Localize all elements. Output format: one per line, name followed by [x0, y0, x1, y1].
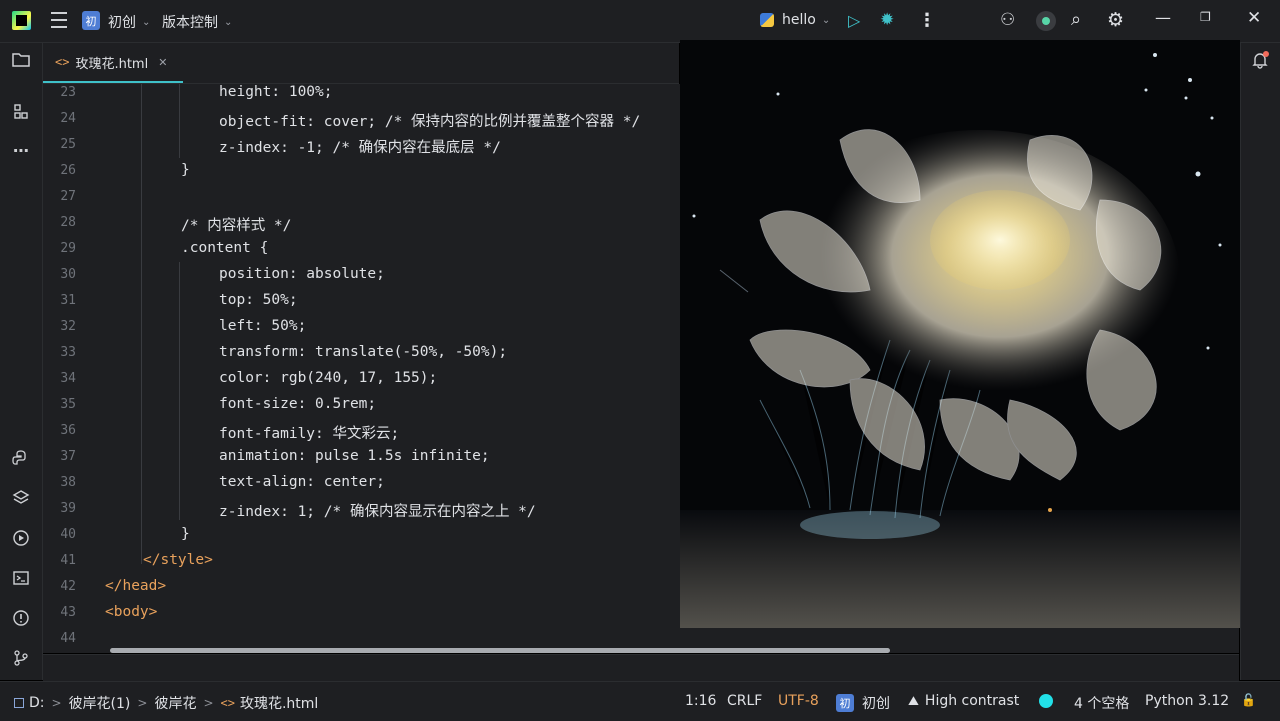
code-line: z-index: -1; /* 确保内容在最底层 */ — [219, 140, 501, 156]
notification-dot — [1263, 51, 1269, 57]
services-icon[interactable] — [11, 529, 31, 549]
search-icon[interactable]: ⌕ — [1071, 9, 1081, 30]
breadcrumb-folder[interactable]: 彼岸花 — [154, 693, 196, 713]
minimize-icon[interactable]: — — [1155, 8, 1171, 27]
tab-rose-html[interactable]: <> 玫瑰花.html ✕ — [43, 43, 183, 83]
code-line: object-fit: cover; /* 保持内容的比例并覆盖整个容器 */ — [219, 114, 641, 130]
main-menu-icon[interactable] — [50, 12, 68, 28]
code-line: animation: pulse 1.5s infinite; — [219, 448, 490, 464]
code-line: </style> — [143, 552, 213, 568]
more-tools-icon[interactable]: ⋯ — [11, 141, 31, 161]
breadcrumb-drive[interactable]: D: — [29, 695, 45, 711]
project-name: 初创 — [862, 696, 890, 712]
code-line: </head> — [105, 578, 167, 594]
code-line: position: absolute; — [219, 266, 385, 282]
close-icon[interactable]: ✕ — [1247, 8, 1261, 28]
python-icon — [760, 13, 774, 27]
gear-icon[interactable]: ⚙ — [1107, 9, 1124, 31]
theme-icon: ⛰ — [908, 693, 919, 709]
git-icon[interactable] — [11, 649, 31, 669]
problems-icon[interactable] — [11, 609, 31, 629]
python-console-icon[interactable] — [11, 449, 31, 469]
structure-icon[interactable] — [11, 103, 31, 123]
drive-icon — [14, 698, 24, 708]
horizontal-scrollbar-track — [43, 654, 1239, 681]
code-line: height: 100%; — [219, 84, 333, 100]
add-user-icon[interactable]: ⚇ — [1000, 10, 1015, 30]
tab-label: 玫瑰花.html — [75, 56, 149, 72]
right-tool-strip — [1240, 43, 1280, 680]
project-badge[interactable]: 初 — [82, 11, 100, 30]
ai-assistant-icon[interactable] — [1036, 11, 1056, 31]
editor-tab-bar: <> 玫瑰花.html ✕ — [43, 43, 679, 84]
indent-setting[interactable]: 4 个空格 — [1074, 693, 1129, 713]
unlock-icon[interactable]: 🔓 — [1241, 693, 1256, 707]
code-line: left: 50%; — [219, 318, 307, 334]
code-line: <body> — [105, 604, 158, 620]
folder-icon[interactable] — [11, 51, 31, 71]
more-actions-icon[interactable]: ⋮ — [918, 10, 936, 31]
breadcrumb-separator: > — [137, 696, 148, 710]
code-line: color: rgb(240, 17, 155); — [219, 370, 438, 386]
pycharm-logo-icon[interactable] — [12, 11, 31, 30]
vcs-label: 版本控制 — [162, 15, 218, 31]
terminal-icon[interactable] — [11, 569, 31, 589]
code-line: transform: translate(-50%, -50%); — [219, 344, 508, 360]
left-tool-strip: ⋯ — [0, 43, 43, 680]
code-line: } — [181, 162, 190, 178]
chevron-down-icon: ⌄ — [142, 16, 151, 28]
maximize-icon[interactable]: ❐ — [1200, 10, 1211, 24]
debug-icon[interactable]: ✹ — [880, 10, 894, 30]
ai-status-indicator[interactable] — [1039, 694, 1053, 708]
code-line: } — [181, 526, 190, 542]
html-file-icon: <> — [55, 55, 70, 69]
title-bar: 初 初创 ⌄ 版本控制 ⌄ hello ⌄ ▷ ✹ ⋮ ⚇ ⌕ ⚙ — ❐ ✕ — [0, 0, 1280, 43]
run-config-name: hello — [782, 12, 816, 28]
code-line: z-index: 1; /* 确保内容显示在内容之上 */ — [219, 504, 536, 520]
layers-icon[interactable] — [11, 489, 31, 509]
code-line: top: 50%; — [219, 292, 298, 308]
horizontal-scrollbar[interactable] — [110, 648, 890, 653]
project-badge: 初 — [836, 694, 854, 712]
flower-preview-image — [680, 40, 1240, 628]
html-file-icon: <> — [220, 696, 235, 710]
caret-position[interactable]: 1:16 — [685, 693, 716, 709]
breadcrumb-separator: > — [203, 696, 214, 710]
project-switcher[interactable]: 初创 ⌄ — [108, 12, 150, 32]
breadcrumb-file[interactable]: 玫瑰花.html — [240, 693, 318, 713]
run-icon[interactable]: ▷ — [848, 11, 860, 30]
breadcrumb-separator: > — [51, 696, 62, 710]
file-encoding[interactable]: UTF-8 — [778, 693, 819, 709]
project-name: 初创 — [108, 15, 136, 31]
project-widget[interactable]: 初 初创 — [836, 693, 890, 713]
chevron-down-icon: ⌄ — [224, 16, 233, 28]
code-line: text-align: center; — [219, 474, 385, 490]
chevron-down-icon: ⌄ — [821, 14, 831, 26]
tab-close-icon[interactable]: ✕ — [158, 56, 167, 69]
code-line: /* 内容样式 */ — [181, 218, 292, 234]
code-line: .content { — [181, 240, 269, 256]
breadcrumb: D: > 彼岸花(1) > 彼岸花 > <> 玫瑰花.html — [14, 693, 318, 713]
status-bar: D: > 彼岸花(1) > 彼岸花 > <> 玫瑰花.html 1:16 CRL… — [0, 681, 1280, 721]
line-ending[interactable]: CRLF — [727, 693, 762, 709]
theme-name: High contrast — [924, 693, 1020, 709]
code-line: font-size: 0.5rem; — [219, 396, 377, 412]
theme-widget[interactable]: ⛰ High contrast — [908, 693, 1019, 709]
python-interpreter[interactable]: Python 3.12 — [1145, 693, 1229, 709]
vcs-menu[interactable]: 版本控制 ⌄ — [162, 12, 232, 32]
breadcrumb-folder[interactable]: 彼岸花(1) — [69, 693, 131, 713]
code-line: font-family: 华文彩云; — [219, 426, 400, 442]
run-config-selector[interactable]: hello ⌄ — [760, 12, 830, 28]
